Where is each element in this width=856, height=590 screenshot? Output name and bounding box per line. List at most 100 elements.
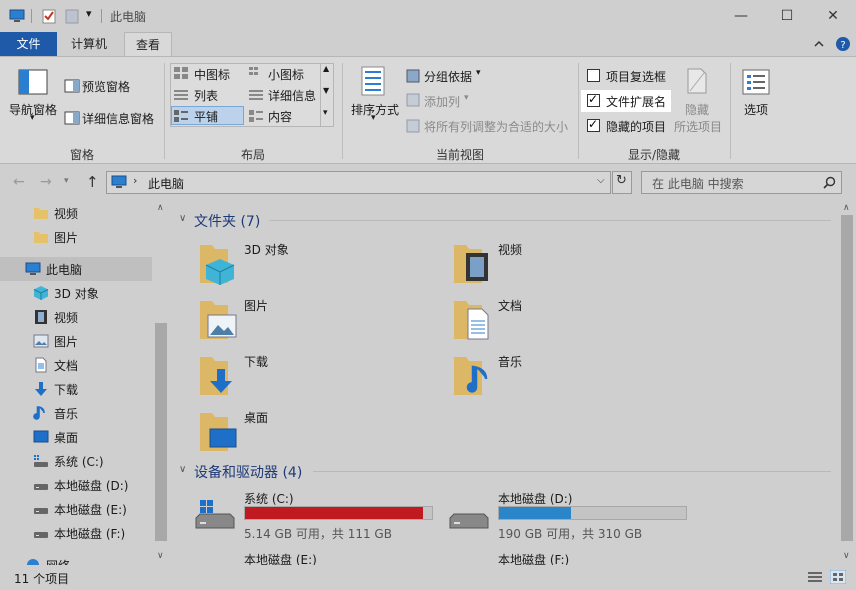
nav-item-downloads[interactable]: 下载: [0, 377, 152, 401]
details-pane-icon[interactable]: [64, 111, 80, 125]
breadcrumb-separator-icon[interactable]: ›: [133, 174, 137, 187]
layout-medium-icons[interactable]: 中图标: [194, 66, 230, 83]
folder-documents[interactable]: 文档: [448, 295, 688, 347]
details-pane-button[interactable]: 详细信息窗格: [82, 110, 154, 127]
drive-d[interactable]: 本地磁盘 (D:) 190 GB 可用，共 310 GB: [448, 490, 688, 541]
nav-item-drive-d[interactable]: 本地磁盘 (D:): [0, 473, 152, 497]
layout-content[interactable]: 内容: [268, 108, 292, 125]
scrollbar-thumb[interactable]: [155, 323, 167, 541]
back-icon[interactable]: ←: [13, 174, 25, 190]
file-extensions-checkbox[interactable]: [587, 92, 600, 107]
folder-downloads[interactable]: 下载: [194, 351, 434, 403]
details-view-icon[interactable]: [808, 571, 822, 583]
nav-item-documents[interactable]: 文档: [0, 353, 152, 377]
nav-item-drive-e[interactable]: 本地磁盘 (E:): [0, 497, 152, 521]
folder-music[interactable]: 音乐: [448, 351, 688, 403]
new-folder-icon[interactable]: [64, 8, 80, 24]
large-icons-view-icon[interactable]: [830, 570, 846, 584]
item-checkboxes-checkbox[interactable]: [587, 69, 600, 82]
fit-columns-button[interactable]: 将所有列调整为合适的大小: [424, 118, 568, 135]
tab-view[interactable]: 查看: [124, 32, 172, 57]
up-icon[interactable]: ↑: [86, 173, 99, 191]
video-icon: [35, 310, 47, 324]
chevron-up-icon[interactable]: ∧: [157, 203, 164, 213]
folder-icon: [34, 208, 48, 219]
chevron-down-icon[interactable]: ▾: [30, 113, 35, 123]
forward-icon[interactable]: →: [40, 174, 52, 190]
layout-details[interactable]: 详细信息: [268, 87, 316, 104]
computer-icon[interactable]: [9, 8, 25, 24]
chevron-down-icon[interactable]: ∨: [157, 551, 164, 561]
drive-f[interactable]: 本地磁盘 (F:): [448, 551, 688, 565]
folder-desktop[interactable]: 桌面: [194, 407, 434, 459]
expand-gallery-icon[interactable]: ▾: [323, 108, 328, 118]
quick-access-dropdown-icon[interactable]: ▾: [86, 7, 92, 20]
preview-pane-button[interactable]: 预览窗格: [82, 78, 130, 95]
hidden-items-label[interactable]: 隐藏的项目: [606, 118, 666, 135]
section-folders-header[interactable]: 文件夹 (7): [194, 211, 260, 231]
nav-item-videos-quick[interactable]: 视频: [0, 201, 152, 225]
group-by-button[interactable]: 分组依据: [424, 68, 472, 85]
nav-item-desktop[interactable]: 桌面: [0, 425, 152, 449]
nav-item-pictures[interactable]: 图片: [0, 329, 152, 353]
preview-pane-icon[interactable]: [64, 79, 80, 93]
chevron-up-icon[interactable]: ∧: [843, 203, 850, 213]
nav-item-network[interactable]: 网络: [0, 553, 152, 565]
refresh-button[interactable]: ↻: [612, 171, 632, 194]
tab-computer[interactable]: 计算机: [58, 32, 120, 56]
drive-c[interactable]: 系统 (C:) 5.14 GB 可用，共 111 GB: [194, 490, 434, 541]
drive-icon: [195, 500, 235, 529]
group-by-icon: [406, 69, 420, 83]
nav-item-3d-objects[interactable]: 3D 对象: [0, 281, 152, 305]
options-button[interactable]: 选项: [744, 101, 768, 118]
chevron-down-icon[interactable]: ▾: [371, 113, 376, 123]
folder-3d-objects[interactable]: 3D 对象: [194, 239, 434, 291]
minimize-button[interactable]: —: [718, 0, 764, 32]
folder-pictures[interactable]: 图片: [194, 295, 434, 347]
content-scrollbar[interactable]: ∧ ∨: [838, 201, 856, 565]
scrollbar-thumb[interactable]: [841, 215, 853, 541]
address-bar[interactable]: › 此电脑 ⌵: [106, 171, 611, 194]
hide-selected-button[interactable]: 隐藏: [685, 101, 709, 118]
sort-by-icon[interactable]: [358, 65, 388, 97]
chevron-down-icon[interactable]: ▼: [323, 86, 329, 95]
folder-videos[interactable]: 视频: [448, 239, 688, 291]
navigation-pane-icon[interactable]: [18, 69, 48, 95]
search-input[interactable]: 在 此电脑 中搜索: [641, 171, 842, 194]
options-icon[interactable]: [742, 69, 770, 95]
close-button[interactable]: ✕: [810, 0, 856, 32]
hidden-items-checkbox[interactable]: [587, 117, 600, 132]
breadcrumb-this-pc[interactable]: 此电脑: [148, 175, 184, 192]
chevron-up-icon[interactable]: ▲: [323, 64, 329, 73]
chevron-down-icon[interactable]: ∨: [843, 551, 850, 561]
layout-gallery-scroll[interactable]: ▲ ▼ ▾: [320, 64, 333, 126]
nav-pane-scrollbar[interactable]: ∧ ∨: [153, 201, 169, 565]
chevron-down-icon[interactable]: ⌵: [597, 175, 605, 186]
file-extensions-label[interactable]: 文件扩展名: [606, 93, 666, 110]
layout-tiles[interactable]: 平铺: [194, 108, 218, 125]
recent-locations-icon[interactable]: ▾: [64, 176, 69, 186]
drive-e[interactable]: 本地磁盘 (E:): [194, 551, 434, 565]
ribbon: 导航窗格 ▾ 预览窗格 详细信息窗格 窗格 中图标 小图标 列表 详细信息 平铺…: [0, 56, 856, 164]
nav-item-music[interactable]: 音乐: [0, 401, 152, 425]
collapse-devices-icon[interactable]: ∨: [179, 464, 186, 475]
collapse-folders-icon[interactable]: ∨: [179, 213, 186, 224]
layout-list[interactable]: 列表: [194, 87, 218, 104]
maximize-button[interactable]: ☐: [764, 0, 810, 32]
nav-item-videos[interactable]: 视频: [0, 305, 152, 329]
nav-item-pictures-quick[interactable]: 图片: [0, 225, 152, 249]
nav-item-drive-c[interactable]: 系统 (C:): [0, 449, 152, 473]
tab-file[interactable]: 文件: [0, 32, 57, 56]
section-devices-header[interactable]: 设备和驱动器 (4): [194, 462, 302, 482]
help-icon[interactable]: ?: [835, 36, 851, 52]
nav-item-drive-f[interactable]: 本地磁盘 (F:): [0, 521, 152, 545]
item-checkboxes-label[interactable]: 项目复选框: [606, 68, 666, 85]
layout-small-icons[interactable]: 小图标: [268, 66, 304, 83]
properties-icon[interactable]: [41, 8, 57, 24]
chevron-up-icon[interactable]: [813, 38, 825, 50]
nav-item-this-pc[interactable]: 此电脑: [0, 257, 152, 281]
3d-objects-icon: [200, 245, 235, 285]
add-columns-button[interactable]: 添加列: [424, 93, 460, 110]
chevron-down-icon[interactable]: ▾: [476, 68, 481, 78]
search-icon[interactable]: [823, 176, 836, 189]
